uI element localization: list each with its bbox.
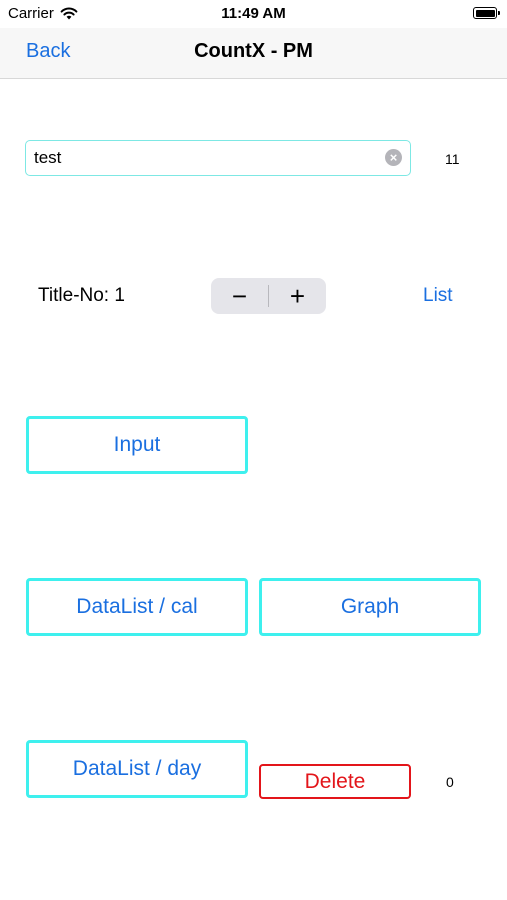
navigation-bar: Back CountX - PM <box>0 28 507 79</box>
stepper-plus-button[interactable]: + <box>269 278 326 314</box>
datalist-cal-button[interactable]: DataList / cal <box>26 578 248 636</box>
title-number-label: Title-No: 1 <box>38 285 125 306</box>
delete-count-label: 0 <box>446 774 454 790</box>
input-button[interactable]: Input <box>26 416 248 474</box>
title-number-stepper[interactable]: − + <box>211 278 326 314</box>
delete-button[interactable]: Delete <box>259 764 411 799</box>
status-time: 11:49 AM <box>221 5 286 22</box>
clear-text-icon[interactable]: × <box>385 149 402 166</box>
datalist-day-button[interactable]: DataList / day <box>26 740 248 798</box>
graph-button[interactable]: Graph <box>259 578 481 636</box>
stepper-minus-button[interactable]: − <box>211 278 268 314</box>
battery-icon <box>473 7 500 19</box>
title-text-field[interactable] <box>25 140 411 176</box>
page-title: CountX - PM <box>194 40 313 62</box>
text-count-label: 11 <box>445 151 460 167</box>
status-bar: Carrier 11:49 AM <box>0 0 507 28</box>
list-button[interactable]: List <box>423 285 453 307</box>
